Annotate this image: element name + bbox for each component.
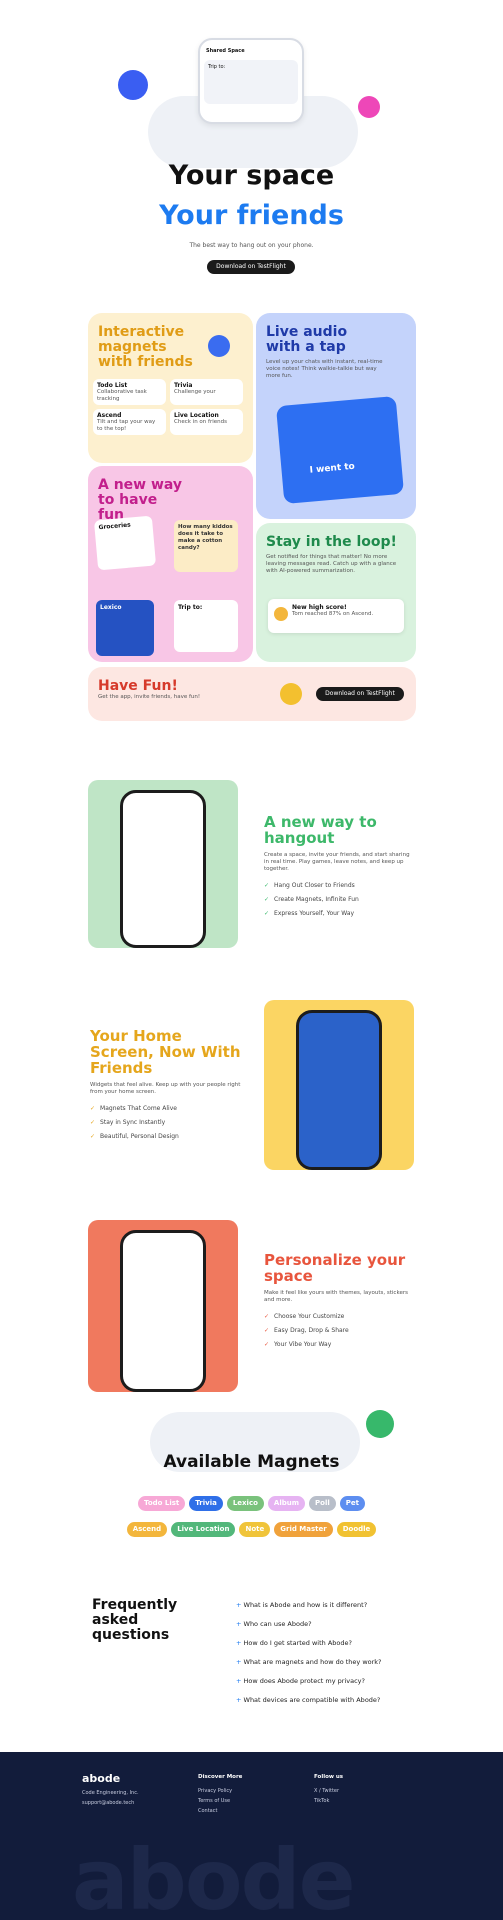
section-2-desc: Widgets that feel alive. Keep up with yo… xyxy=(90,1082,241,1095)
home-screen-phone xyxy=(296,1010,382,1170)
magnet-chip[interactable]: Live Location xyxy=(171,1522,236,1537)
section-3-text: Personalize your space Make it feel like… xyxy=(264,1252,416,1352)
plus-icon: + xyxy=(236,1601,244,1609)
havefun-card: Have Fun! Get the app, invite friends, h… xyxy=(88,667,416,721)
phone-trip-card: Trip to: xyxy=(204,60,298,104)
footer-link[interactable]: Terms of Use xyxy=(198,1796,230,1806)
audio-card-title: Live audio with a tap xyxy=(266,324,348,355)
footer-col2-title: Follow us xyxy=(314,1774,344,1780)
magnets-card: Interactive magnets with friends Todo Li… xyxy=(88,313,253,463)
faq-list: + What is Abode and how is it different?… xyxy=(236,1596,416,1710)
magnets-card-title: Interactive magnets with friends xyxy=(98,324,193,370)
footer-link[interactable]: TikTok xyxy=(314,1796,329,1806)
section-2-point: ✓ Stay in Sync Instantly xyxy=(90,1119,166,1126)
notification-card: New high score! Tom reached 87% on Ascen… xyxy=(268,599,404,633)
hero-download-button[interactable]: Download on TestFlight xyxy=(207,260,295,274)
lexico-card: Lexico xyxy=(96,600,154,656)
audio-card-desc: Level up your chats with instant, real-t… xyxy=(266,359,383,379)
phone-space-name: Shared Space xyxy=(206,48,245,54)
magnet-chip[interactable]: Todo List xyxy=(137,1496,186,1511)
section-1-point: ✓ Express Yourself, Your Way xyxy=(264,910,355,917)
havefun-download-button[interactable]: Download on TestFlight xyxy=(316,687,404,701)
plus-icon: + xyxy=(236,1658,244,1666)
fun-card: A new way to have fun Groceries How many… xyxy=(88,466,253,662)
faq-item[interactable]: + Who can use Abode? xyxy=(236,1615,416,1634)
magnet-chip[interactable]: Grid Master xyxy=(274,1522,333,1537)
footer-link[interactable]: Privacy Policy xyxy=(198,1786,232,1796)
personalize-image xyxy=(88,1220,238,1392)
audio-bubble: I went to xyxy=(275,395,405,505)
plus-icon: + xyxy=(236,1639,244,1647)
magnet-item-location[interactable]: Live Location Check in on friends xyxy=(170,409,243,435)
footer-link[interactable]: Contact xyxy=(198,1806,217,1816)
footer-company: Code Engineering, Inc. xyxy=(82,1790,139,1796)
trivia-question-card: How many kiddos does it take to make a c… xyxy=(174,520,238,572)
footer-link[interactable]: X / Twitter xyxy=(314,1786,339,1796)
yellow-blob-icon xyxy=(280,683,302,705)
section-3-title: Personalize your space xyxy=(264,1251,406,1285)
faq-item[interactable]: + What are magnets and how do they work? xyxy=(236,1653,416,1672)
blue-blob-icon xyxy=(118,70,148,100)
section-2-title: Your Home Screen, Now With Friends xyxy=(90,1027,241,1077)
magnet-chip[interactable]: Ascend xyxy=(126,1522,168,1537)
section-1-title: A new way to hangout xyxy=(264,813,377,847)
footer-bg-word: abode xyxy=(72,1831,356,1920)
magnet-chip[interactable]: Note xyxy=(239,1522,271,1537)
section-3-point: ✓ Easy Drag, Drop & Share xyxy=(264,1327,349,1334)
home-screen-image xyxy=(264,1000,414,1170)
magnet-item-ascend[interactable]: Ascend Tilt and tap your way to the top! xyxy=(93,409,166,435)
faq-item[interactable]: + What devices are compatible with Abode… xyxy=(236,1691,416,1710)
magnet-item-todo[interactable]: Todo List Collaborative task tracking xyxy=(93,379,166,405)
magnets-row-2: Ascend Live Location Note Grid Master Doodle xyxy=(60,1516,443,1539)
magnets-title: Available Magnets xyxy=(163,1452,340,1472)
green-blob-icon xyxy=(366,1410,394,1438)
trophy-icon xyxy=(274,607,288,621)
magnet-chip[interactable]: Pet xyxy=(339,1496,366,1511)
magnet-chip[interactable]: Trivia xyxy=(189,1496,223,1511)
section-1-text: A new way to hangout Create a space, inv… xyxy=(264,814,416,921)
loop-card-desc: Get notified for things that matter! No … xyxy=(266,554,397,574)
hero-subtitle: The best way to hang out on your phone. xyxy=(189,242,314,249)
faq-item[interactable]: + How do I get started with Abode? xyxy=(236,1634,416,1653)
section-3-point: ✓ Choose Your Customize xyxy=(264,1313,345,1320)
blue-blob-icon xyxy=(208,335,230,357)
magnet-chip[interactable]: Doodle xyxy=(336,1522,377,1537)
groceries-card: Groceries xyxy=(93,515,157,571)
loop-card-title: Stay in the loop! xyxy=(266,534,397,550)
section-1-point: ✓ Hang Out Closer to Friends xyxy=(264,882,355,889)
section-2-text: Your Home Screen, Now With Friends Widge… xyxy=(90,1028,245,1144)
footer-email[interactable]: support@abode.tech xyxy=(82,1798,134,1808)
magnet-item-trivia[interactable]: Trivia Challenge your xyxy=(170,379,243,405)
loop-card: Stay in the loop! Get notified for thing… xyxy=(256,523,416,662)
faq-item[interactable]: + How does Abode protect my privacy? xyxy=(236,1672,416,1691)
footer: abode Code Engineering, Inc. support@abo… xyxy=(0,1752,503,1920)
plus-icon: + xyxy=(236,1696,244,1704)
section-2-point: ✓ Magnets That Come Alive xyxy=(90,1105,177,1112)
footer-logo: abode xyxy=(82,1772,121,1785)
section-3-desc: Make it feel like yours with themes, lay… xyxy=(264,1290,408,1303)
personalize-phone xyxy=(120,1230,206,1392)
magnet-chip[interactable]: Album xyxy=(267,1496,306,1511)
magnet-chip[interactable]: Poll xyxy=(309,1496,336,1511)
footer-col1-title: Discover More xyxy=(198,1774,243,1780)
hero-title-2: Your friends xyxy=(159,200,344,231)
plus-icon: + xyxy=(236,1620,244,1628)
hangout-image xyxy=(88,780,238,948)
trip-card: Trip to: xyxy=(174,600,238,652)
section-2-point: ✓ Beautiful, Personal Design xyxy=(90,1133,179,1140)
magnet-chip[interactable]: Lexico xyxy=(226,1496,264,1511)
hangout-phone xyxy=(120,790,206,948)
section-3-point: ✓ Your Vibe Your Way xyxy=(264,1341,332,1348)
hero-phone-mockup: Shared Space Trip to: xyxy=(198,38,304,124)
section-1-point: ✓ Create Magnets, Infinite Fun xyxy=(264,896,359,903)
pink-blob-icon xyxy=(358,96,380,118)
audio-card: Live audio with a tap Level up your chat… xyxy=(256,313,416,519)
faq-item[interactable]: + What is Abode and how is it different? xyxy=(236,1596,416,1615)
section-1-desc: Create a space, invite your friends, and… xyxy=(264,852,410,872)
faq-title: Frequently asked questions xyxy=(92,1597,178,1643)
hero-title-1: Your space xyxy=(168,160,335,191)
magnets-row-1: Todo List Trivia Lexico Album Poll Pet xyxy=(60,1490,443,1513)
plus-icon: + xyxy=(236,1677,244,1685)
